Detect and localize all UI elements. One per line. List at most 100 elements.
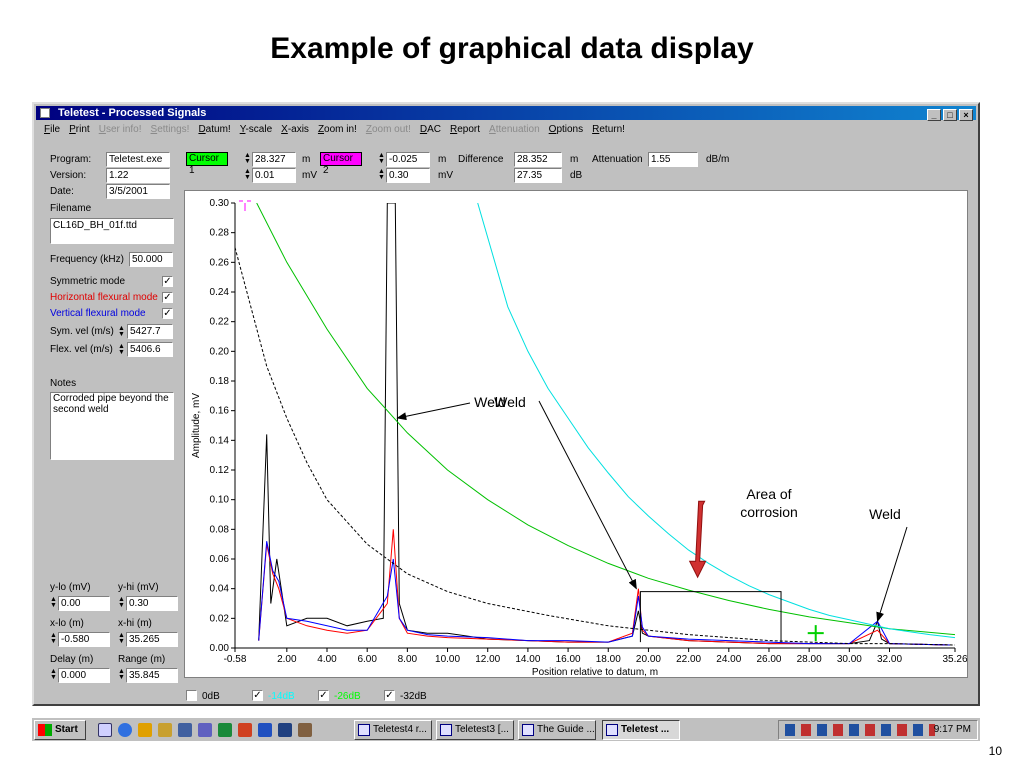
menu-options[interactable]: Options	[549, 122, 583, 138]
cursor2-unit-mv: mV	[438, 170, 453, 181]
media-icon[interactable]	[198, 723, 212, 737]
ylo-spinner-icon[interactable]: ▲ ▼	[50, 596, 57, 610]
range-spinner-icon[interactable]: ▲ ▼	[118, 668, 125, 682]
delay-spinner-icon[interactable]: ▲ ▼	[50, 668, 57, 682]
filename-field: CL16D_BH_01f.ttd	[50, 218, 174, 244]
series-2-line	[258, 541, 950, 646]
y-tick-label: 0.30	[210, 198, 230, 209]
taskbar: Start Teletest4 r... Teletest3 [... The Gu…	[32, 717, 980, 741]
ylo-field[interactable]: 0.00	[58, 596, 110, 611]
menu-zoom-in[interactable]: Zoom in!	[318, 122, 357, 138]
explorer-icon[interactable]	[298, 723, 312, 737]
folder-icon[interactable]	[158, 723, 172, 737]
window-icon	[358, 724, 370, 736]
start-label: Start	[55, 724, 78, 735]
annotation-weld-label: Weld	[494, 394, 526, 410]
frequency-field[interactable]: 50.000	[129, 252, 173, 267]
dac-2-label: -26dB	[334, 691, 361, 702]
cursor1-position-field[interactable]: 28.327	[252, 152, 296, 167]
menu-dac[interactable]: DAC	[420, 122, 441, 138]
x-tick-label: 12.00	[475, 654, 500, 665]
y-axis-title: Amplitude, mV	[191, 393, 202, 458]
cursor1-pos-spinner-icon[interactable]: ▲ ▼	[244, 152, 251, 166]
dac-1-label: -14dB	[268, 691, 295, 702]
delay-field[interactable]: 0.000	[58, 668, 110, 683]
menu-file[interactable]: File	[44, 122, 60, 138]
dac-2-checkbox[interactable]: ✓	[318, 690, 329, 701]
y-tick-label: 0.06	[210, 554, 230, 565]
cursor2-button[interactable]: Cursor 2	[320, 152, 362, 176]
program-field: Teletest.exe	[106, 152, 170, 167]
flex-vel-field[interactable]: 5406.6	[127, 342, 173, 357]
x-tick-label: 14.00	[515, 654, 540, 665]
y-tick-label: 0.26	[210, 257, 230, 268]
x-tick-label: 6.00	[357, 654, 377, 665]
outlook-icon[interactable]	[138, 723, 152, 737]
close-button[interactable]: ×	[959, 109, 973, 121]
cursor2-amp-spinner-icon[interactable]: ▲ ▼	[378, 168, 385, 182]
difference-db-field: 27.35	[514, 168, 562, 183]
cursor1-amp-spinner-icon[interactable]: ▲ ▼	[244, 168, 251, 182]
menu-print[interactable]: Print	[69, 122, 90, 138]
taskbar-button-2[interactable]: The Guide ...	[518, 720, 596, 740]
range-field[interactable]: 35.845	[126, 668, 178, 683]
cursor2-amplitude-field[interactable]: 0.30	[386, 168, 430, 183]
tray-icons[interactable]	[785, 724, 935, 736]
taskbar-button-3[interactable]: Teletest ...	[602, 720, 680, 740]
powerpoint-icon[interactable]	[238, 723, 252, 737]
cursor1-button[interactable]: Cursor 1	[186, 152, 228, 176]
cursor2-position-field[interactable]: -0.025	[386, 152, 430, 167]
menu-datum[interactable]: Datum!	[198, 122, 230, 138]
terminal-icon[interactable]	[278, 723, 292, 737]
minimize-button[interactable]: _	[927, 109, 941, 121]
xhi-field[interactable]: 35.265	[126, 632, 178, 647]
x-tick-label: 2.00	[277, 654, 297, 665]
y-tick-label: 0.08	[210, 524, 230, 535]
dac-3-checkbox[interactable]: ✓	[384, 690, 395, 701]
cursor1-amplitude-field[interactable]: 0.01	[252, 168, 296, 183]
version-label: Version:	[50, 170, 87, 181]
xlo-spinner-icon[interactable]: ▲ ▼	[50, 632, 57, 646]
plot-area[interactable]: 0.00 0.02 0.04 0.06 0.08 0.10 0.12 0.14 0.16 0.18…	[184, 190, 968, 678]
x-tick-label: 4.00	[317, 654, 337, 665]
menu-report[interactable]: Report	[450, 122, 480, 138]
cursor2-pos-spinner-icon[interactable]: ▲ ▼	[378, 152, 385, 166]
menu-return[interactable]: Return!	[592, 122, 625, 138]
dac-0-checkbox[interactable]	[186, 690, 197, 701]
dac-3-label: -32dB	[400, 691, 427, 702]
horizontal-mode-checkbox[interactable]: ✓	[162, 292, 173, 303]
internet-explorer-icon[interactable]	[118, 723, 132, 737]
flex-vel-spinner-icon[interactable]: ▲ ▼	[118, 343, 125, 357]
yhi-field[interactable]: 0.30	[126, 596, 178, 611]
filename-label: Filename	[50, 203, 92, 214]
menu-user-info: User info!	[98, 124, 142, 135]
show-desktop-icon[interactable]	[98, 723, 112, 737]
corrosion-gate-box	[639, 591, 782, 643]
channel-icon[interactable]	[178, 723, 192, 737]
notes-field[interactable]: Corroded pipe beyond the second weld	[50, 392, 174, 460]
word-icon[interactable]	[258, 723, 272, 737]
maximize-button[interactable]: □	[943, 109, 957, 121]
sym-vel-label: Sym. vel (m/s)	[50, 326, 114, 337]
xlo-field[interactable]: -0.580	[58, 632, 110, 647]
annotation-weld-label: Weld	[869, 506, 901, 522]
dac-1-checkbox[interactable]: ✓	[252, 690, 263, 701]
yhi-spinner-icon[interactable]: ▲ ▼	[118, 596, 125, 610]
sym-vel-spinner-icon[interactable]: ▲ ▼	[118, 325, 125, 339]
y-tick-label: 0.14	[210, 435, 230, 446]
clock[interactable]: 9:17 PM	[934, 721, 971, 739]
cursor1-crosshair-icon	[807, 625, 824, 642]
start-button[interactable]: Start	[34, 720, 86, 740]
taskbar-button-1[interactable]: Teletest3 [...	[436, 720, 514, 740]
sym-vel-field[interactable]: 5427.7	[127, 324, 173, 339]
xhi-spinner-icon[interactable]: ▲ ▼	[118, 632, 125, 646]
vertical-mode-checkbox[interactable]: ✓	[162, 308, 173, 319]
excel-icon[interactable]	[218, 723, 232, 737]
symmetric-mode-label: Symmetric mode	[50, 276, 126, 287]
symmetric-mode-checkbox[interactable]: ✓	[162, 276, 173, 287]
taskbar-button-0[interactable]: Teletest4 r...	[354, 720, 432, 740]
y-tick-label: 0.00	[210, 643, 230, 654]
menu-y-scale[interactable]: Y-scale	[240, 122, 272, 138]
window-titlebar[interactable]: Teletest - Processed Signals _ □ ×	[36, 106, 976, 121]
menu-x-axis[interactable]: X-axis	[281, 122, 309, 138]
